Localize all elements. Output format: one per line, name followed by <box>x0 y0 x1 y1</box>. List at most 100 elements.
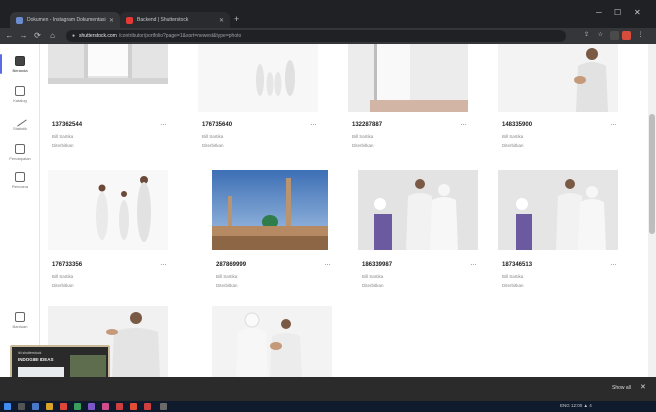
tab-favicon-icon <box>126 16 133 24</box>
asset-menu-button[interactable]: … <box>610 120 617 127</box>
forward-icon[interactable]: → <box>18 30 29 41</box>
sidebar-item-pendapatan[interactable]: Pendapatan <box>2 138 38 166</box>
asset-status: Diterbitkan <box>202 143 224 148</box>
extension-red-icon[interactable] <box>622 31 631 40</box>
asset-card[interactable]: 176733356 … Bill Sartika Diterbitkan <box>40 170 176 300</box>
asset-menu-button[interactable]: … <box>160 120 167 127</box>
asset-status: Diterbitkan <box>52 143 74 148</box>
browser-tab-2[interactable]: Backend | Shutterstock ✕ <box>120 12 230 28</box>
asset-card[interactable]: 137362544 … Bill Sartika Diterbitkan <box>40 44 176 162</box>
sidebar-item-statistik[interactable]: Statistik <box>2 110 38 138</box>
close-window-icon[interactable]: ✕ <box>634 8 641 17</box>
asset-id: 176735640 <box>202 122 233 128</box>
sidebar-item-katalog[interactable]: Katalog <box>2 80 38 108</box>
new-tab-button[interactable]: + <box>234 13 239 25</box>
close-tab-icon[interactable]: ✕ <box>219 17 224 24</box>
url-path: /contributor/portfolio?page=1&sort=newes… <box>118 33 242 39</box>
screen: Dokumen - Instagram Dokumentasi ✕ Backen… <box>0 0 656 412</box>
reload-icon[interactable]: ⟳ <box>32 30 43 41</box>
sidebar-item-label: Rencana <box>11 183 28 189</box>
sidebar-item-rencana[interactable]: Rencana <box>2 166 38 194</box>
asset-card[interactable]: 132287887 … Bill Sartika Diterbitkan <box>340 44 476 162</box>
extension-icon[interactable] <box>610 31 619 40</box>
asset-card[interactable]: 187346513 … Bill Sartika Diterbitkan <box>490 170 626 300</box>
portfolio-grid: 137362544 … Bill Sartika Diterbitkan 176… <box>40 44 656 377</box>
calendar-icon <box>15 171 25 182</box>
search-icon[interactable] <box>18 403 25 410</box>
asset-card[interactable]: 287869999 … Bill Sartika Diterbitkan <box>204 170 340 300</box>
sidebar-item-label: Bantuan <box>12 323 28 329</box>
asset-thumbnail[interactable] <box>358 170 478 250</box>
man-praying-image <box>498 44 618 112</box>
taskview-icon[interactable] <box>32 403 39 410</box>
share-icon[interactable]: ⇪ <box>582 31 591 40</box>
app-icon[interactable] <box>116 403 123 410</box>
asset-thumbnail[interactable] <box>48 44 168 84</box>
bookmark-star-icon[interactable]: ☆ <box>596 31 605 40</box>
back-icon[interactable]: ← <box>4 30 15 41</box>
asset-menu-button[interactable]: … <box>610 260 617 267</box>
browser-tab-1[interactable]: Dokumen - Instagram Dokumentasi ✕ <box>10 12 120 28</box>
asset-author: Bill Sartika <box>502 134 524 139</box>
mosque-image <box>212 170 328 250</box>
asset-thumbnail[interactable] <box>198 44 318 112</box>
preview-brand: ibl shutterstock <box>18 351 42 355</box>
asset-menu-button[interactable]: … <box>310 120 317 127</box>
chrome-taskbar-icon[interactable] <box>160 403 167 410</box>
asset-thumbnail[interactable] <box>348 44 468 112</box>
maximize-icon[interactable]: ☐ <box>614 8 621 17</box>
app-icon[interactable] <box>74 403 81 410</box>
asset-id: 148335900 <box>502 122 533 128</box>
app-icon[interactable] <box>144 403 151 410</box>
asset-id: 132287887 <box>352 122 383 128</box>
asset-card[interactable]: 176735640 … Bill Sartika Diterbitkan <box>190 44 326 162</box>
asset-thumbnail[interactable] <box>498 44 618 112</box>
system-tray: ENG 12:00 ▲ 4 <box>560 403 592 408</box>
downloads-bar: Show all ✕ <box>0 377 656 401</box>
show-all-button[interactable]: Show all <box>612 385 631 391</box>
asset-card[interactable]: 148335900 … Bill Sartika Diterbitkan <box>490 44 626 162</box>
asset-menu-button[interactable]: … <box>460 120 467 127</box>
asset-card[interactable]: 186339987 … Bill Sartika Diterbitkan <box>350 170 486 300</box>
asset-id: 287869999 <box>216 262 247 268</box>
asset-status: Diterbitkan <box>362 283 384 288</box>
app-icon[interactable] <box>130 403 137 410</box>
app-icon[interactable] <box>102 403 109 410</box>
minimize-icon[interactable]: ─ <box>596 8 602 17</box>
asset-menu-button[interactable]: … <box>324 260 331 267</box>
url-domain: shutterstock.com <box>79 33 117 39</box>
doorway-image <box>48 44 168 84</box>
app-icon[interactable] <box>88 403 95 410</box>
home-icon[interactable]: ⌂ <box>47 30 58 41</box>
sidebar-item-beranda[interactable]: Beranda <box>0 50 38 78</box>
address-bar[interactable]: ● shutterstock.com /contributor/portfoli… <box>66 30 566 42</box>
start-icon[interactable] <box>4 403 11 410</box>
scrollbar-thumb[interactable] <box>649 114 655 234</box>
asset-author: Bill Sartika <box>202 134 224 139</box>
asset-author: Bill Sartika <box>216 274 238 279</box>
asset-status: Diterbitkan <box>216 283 238 288</box>
asset-thumbnail[interactable] <box>212 170 328 250</box>
tab-favicon-icon <box>16 16 23 24</box>
sidebar: Beranda Katalog Statistik Pendapatan Ren… <box>0 44 40 377</box>
asset-menu-button[interactable]: … <box>160 260 167 267</box>
menu-kebab-icon[interactable]: ⋮ <box>636 31 645 40</box>
couple-praying-image <box>498 170 618 250</box>
asset-status: Diterbitkan <box>52 283 74 288</box>
asset-status: Diterbitkan <box>352 143 374 148</box>
browser-tab-strip: Dokumen - Instagram Dokumentasi ✕ Backen… <box>0 0 656 28</box>
asset-menu-button[interactable]: … <box>470 260 477 267</box>
asset-thumbnail[interactable] <box>48 170 168 250</box>
close-downloads-icon[interactable]: ✕ <box>640 383 646 391</box>
page-scrollbar[interactable] <box>648 44 656 377</box>
close-tab-icon[interactable]: ✕ <box>109 17 114 24</box>
asset-card[interactable] <box>204 306 340 377</box>
sidebar-item-bantuan[interactable]: Bantuan <box>2 306 38 334</box>
tab-label: Backend | Shutterstock <box>137 17 189 23</box>
file-explorer-icon[interactable] <box>46 403 53 410</box>
asset-thumbnail[interactable] <box>498 170 618 250</box>
preview-title: INDOGIBI IDEAS <box>18 357 54 362</box>
asset-author: Bill Sartika <box>362 274 384 279</box>
app-icon[interactable] <box>60 403 67 410</box>
asset-thumbnail[interactable] <box>212 306 332 377</box>
